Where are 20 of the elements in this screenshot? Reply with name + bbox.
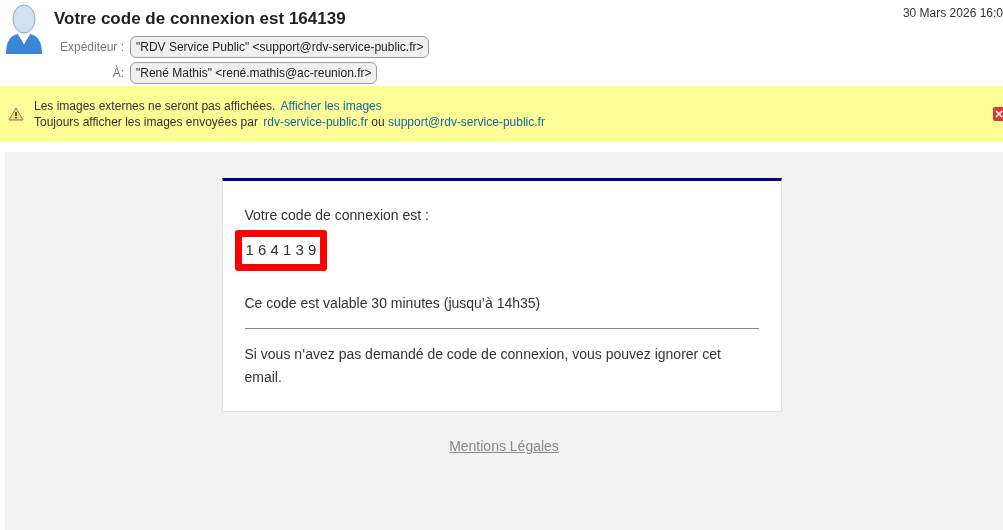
banner-text: Toujours afficher les images envoyées par — [34, 115, 258, 129]
close-icon[interactable] — [993, 107, 1003, 121]
address-chip[interactable]: "RDV Service Public" <support@rdv-service-public.fr> — [130, 35, 430, 58]
show-images-link[interactable]: Afficher les images — [280, 99, 382, 113]
ignore-text: Si vous n’avez pas demandé de code de connexion, vous pouvez ignorer cet email. — [244, 344, 722, 387]
field-label: À: — [111, 64, 125, 82]
banner-text: ou — [371, 115, 385, 129]
sender-link[interactable]: support@rdv-service-public.fr — [388, 115, 545, 129]
validity-text: Ce code est valable 30 minutes (jusqu’à 14h35) — [244, 293, 542, 313]
banner-text: Les images externes ne seront pas affichées. — [34, 99, 276, 113]
domain-link[interactable]: rdv-service-public.fr — [263, 115, 368, 129]
legal-mentions-link[interactable]: Mentions Légales — [449, 435, 559, 457]
address-chip[interactable]: "René Mathis" <rené.mathis@ac-reunion.fr> — [130, 61, 378, 84]
field-label: Expéditeur : — [58, 38, 125, 56]
intro-text: Votre code de connexion est : — [244, 206, 430, 225]
login-code: 1 6 4 1 3 9 — [244, 240, 318, 260]
email-subject: Votre code de connexion est 164139 — [54, 8, 346, 30]
warning-icon — [8, 107, 24, 121]
email-date: 30 Mars 2026 16:0 — [902, 5, 1003, 22]
person-avatar-icon — [4, 4, 44, 54]
